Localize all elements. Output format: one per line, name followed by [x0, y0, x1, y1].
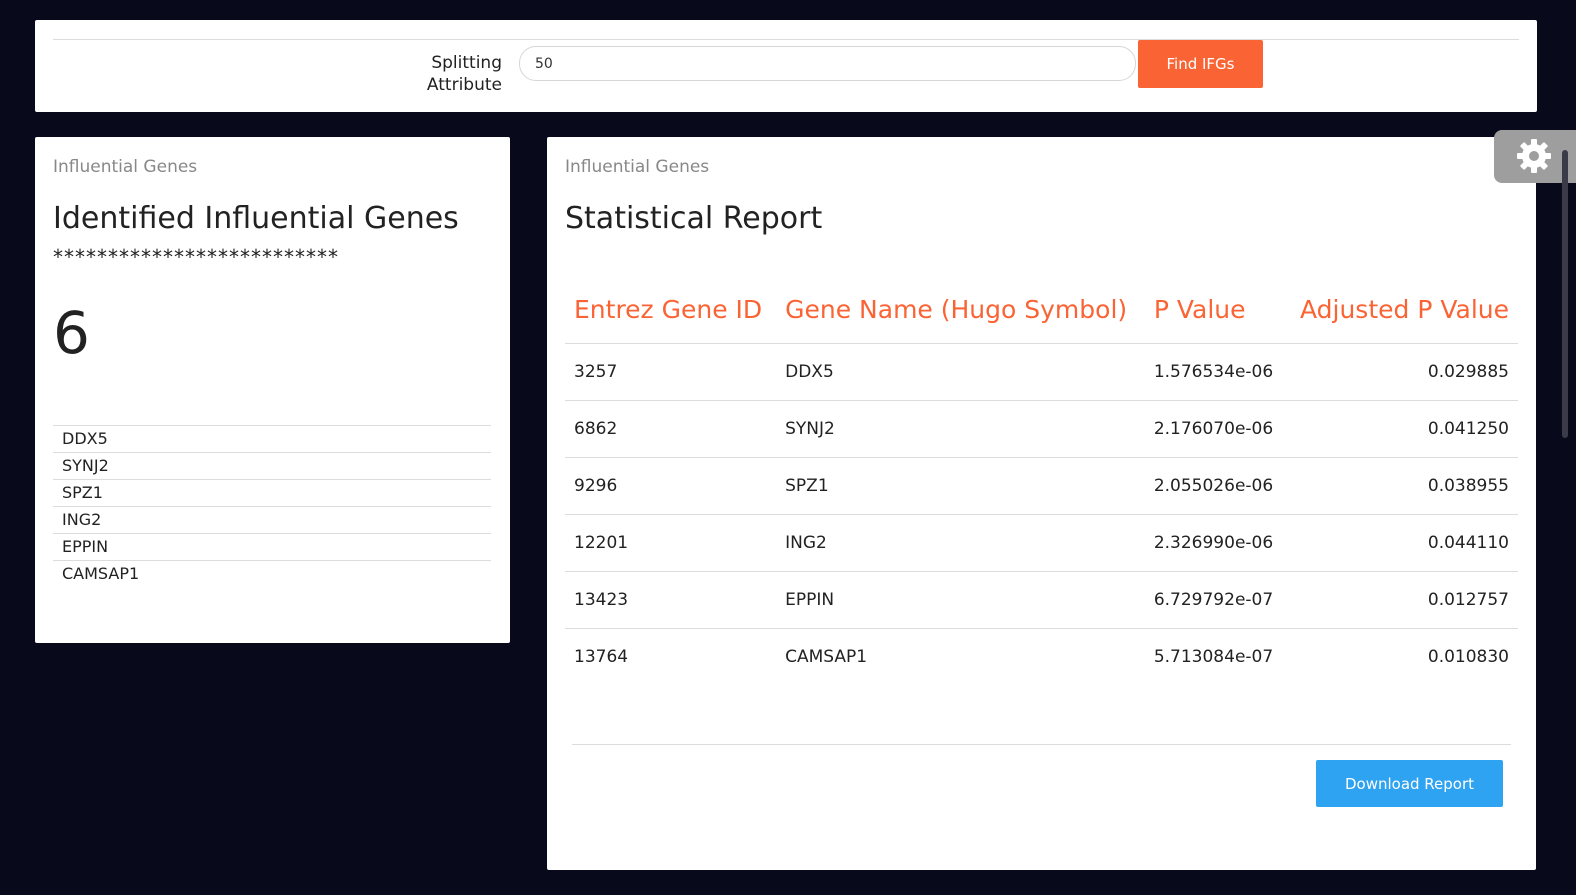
column-header-adjusted-p-value: Adjusted P Value [1285, 275, 1518, 344]
gene-name-cell: EPPIN [776, 571, 1145, 629]
statistics-table: Entrez Gene ID Gene Name (Hugo Symbol) P… [565, 275, 1518, 685]
report-divider [572, 744, 1511, 745]
table-row: 13764 CAMSAP1 5.713084e-07 0.010830 [565, 629, 1518, 686]
entrez-id-cell: 12201 [565, 514, 777, 572]
adjusted-p-value-cell: 0.010830 [1427, 647, 1509, 667]
p-value-cell: 6.729792e-07 [1144, 571, 1286, 629]
adjusted-p-value-cell: 0.041250 [1285, 400, 1518, 458]
table-row: 13423 EPPIN 6.729792e-07 0.012757 [565, 571, 1518, 629]
adjusted-p-value-cell: 0.044110 [1285, 514, 1518, 572]
entrez-id-cell: 13764 [574, 647, 629, 667]
column-header-entrez-id: Entrez Gene ID [565, 275, 777, 344]
splitting-attribute-label: Splitting Attribute [426, 53, 502, 95]
entrez-id-cell: 6862 [565, 400, 777, 458]
adjusted-p-value-cell: 0.038955 [1285, 457, 1518, 515]
adjusted-p-value-cell: 0.029885 [1285, 343, 1518, 401]
table-row: 12201 ING2 2.326990e-06 0.044110 [565, 514, 1518, 572]
gene-name-cell: SPZ1 [776, 457, 1145, 515]
download-report-button[interactable]: Download Report [1316, 760, 1503, 807]
panel-title: Statistical Report [565, 201, 823, 236]
list-item: SPZ1 [53, 479, 491, 506]
entrez-id-cell: 13423 [565, 571, 777, 629]
statistical-report-panel: Influential Genes Statistical Report Ent… [547, 137, 1536, 870]
column-header-p-value: P Value [1144, 275, 1286, 344]
scrollbar-thumb[interactable] [1562, 150, 1568, 438]
gene-name-cell: DDX5 [776, 343, 1145, 401]
stars-separator: ************************** [53, 245, 339, 269]
list-item: ING2 [53, 506, 491, 533]
splitting-attribute-input[interactable] [519, 46, 1136, 81]
panel-subtitle: Influential Genes [565, 157, 710, 177]
gene-name-cell: ING2 [776, 514, 1145, 572]
list-item: SYNJ2 [53, 452, 491, 479]
panel-subtitle: Influential Genes [53, 157, 198, 177]
gear-icon [1517, 139, 1551, 173]
list-item: CAMSAP1 [53, 560, 491, 587]
p-value-cell: 2.326990e-06 [1144, 514, 1286, 572]
p-value-cell: 5.713084e-07 [1153, 647, 1274, 667]
gene-list: DDX5 SYNJ2 SPZ1 ING2 EPPIN CAMSAP1 [53, 425, 491, 587]
p-value-cell: 2.176070e-06 [1144, 400, 1286, 458]
p-value-cell: 2.055026e-06 [1144, 457, 1286, 515]
column-header-gene-name: Gene Name (Hugo Symbol) [776, 275, 1145, 344]
table-row: 3257 DDX5 1.576534e-06 0.029885 [565, 343, 1518, 401]
list-item: DDX5 [53, 425, 491, 452]
panel-title: Identified Influential Genes [53, 201, 459, 236]
top-divider [53, 39, 1519, 40]
table-row: 9296 SPZ1 2.055026e-06 0.038955 [565, 457, 1518, 515]
gene-name-cell: SYNJ2 [776, 400, 1145, 458]
p-value-cell: 1.576534e-06 [1144, 343, 1286, 401]
list-item: EPPIN [53, 533, 491, 560]
table-header-row: Entrez Gene ID Gene Name (Hugo Symbol) P… [565, 275, 1518, 344]
adjusted-p-value-cell: 0.012757 [1285, 571, 1518, 629]
table-row: 6862 SYNJ2 2.176070e-06 0.041250 [565, 400, 1518, 458]
gene-count: 6 [53, 299, 90, 367]
search-panel: Splitting Attribute Find IFGs [35, 20, 1537, 112]
entrez-id-cell: 9296 [565, 457, 777, 515]
gene-name-cell: CAMSAP1 [785, 647, 868, 667]
find-ifgs-button[interactable]: Find IFGs [1138, 40, 1263, 88]
influential-genes-panel: Influential Genes Identified Influential… [35, 137, 510, 643]
entrez-id-cell: 3257 [565, 343, 777, 401]
